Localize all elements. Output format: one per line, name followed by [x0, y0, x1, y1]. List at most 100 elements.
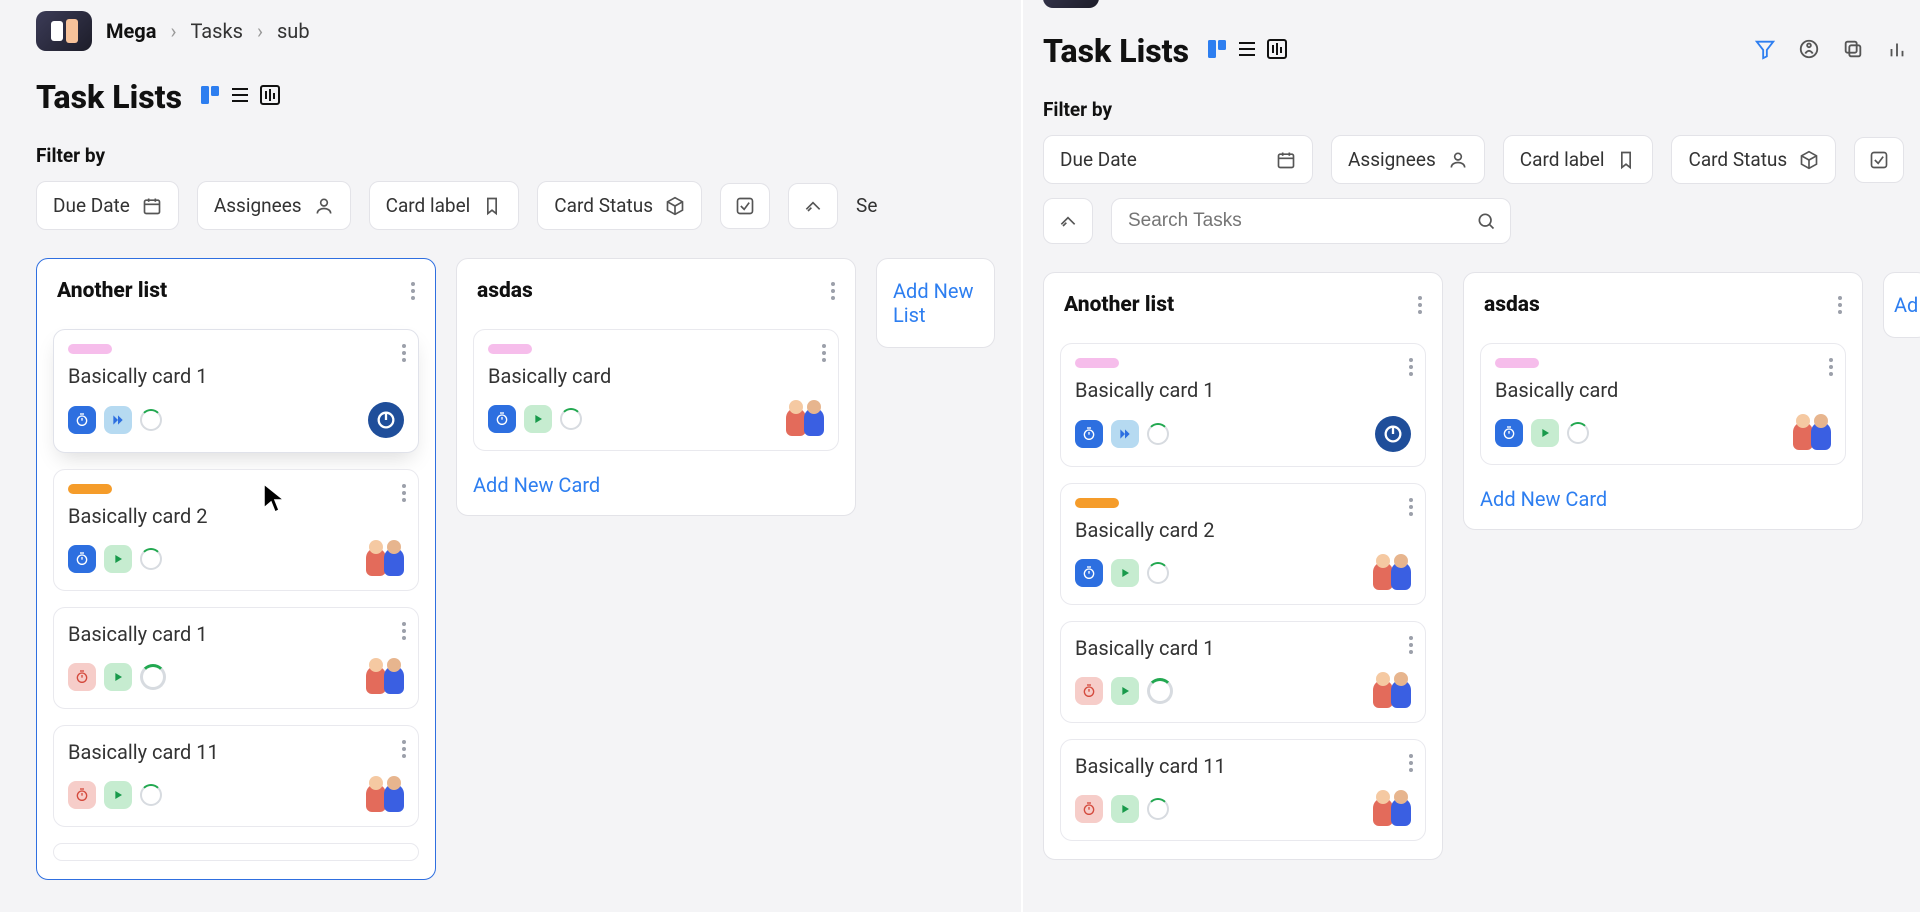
crumb-workspace[interactable]: Mega: [106, 19, 156, 43]
card[interactable]: Basically card 1: [1060, 621, 1426, 723]
list-menu-icon[interactable]: [831, 282, 835, 300]
play-icon[interactable]: [1111, 559, 1139, 587]
timer-icon[interactable]: [1495, 419, 1523, 447]
chevron-right-icon: ›: [170, 19, 176, 43]
filter-label: Filter by: [1043, 98, 1908, 121]
timer-icon[interactable]: [68, 545, 96, 573]
filter-card-status[interactable]: Card Status: [1671, 135, 1836, 184]
share-icon[interactable]: [1798, 38, 1820, 64]
card[interactable]: Basically card 1: [53, 607, 419, 709]
card[interactable]: Basically card 1: [53, 329, 419, 453]
timer-icon[interactable]: [68, 406, 96, 434]
list-asdas[interactable]: asdas Basically card: [1463, 272, 1863, 530]
card-title: Basically card 1: [68, 364, 404, 388]
timer-icon[interactable]: [488, 405, 516, 433]
crumb-sub[interactable]: sub: [277, 19, 310, 43]
filter-checkbox-button[interactable]: [720, 183, 770, 229]
progress-ring: [140, 784, 162, 806]
package-icon: [1799, 150, 1819, 170]
list-another[interactable]: Another list Basically card 1: [1043, 272, 1443, 860]
list-menu-icon[interactable]: [1418, 296, 1422, 314]
filter-clear-button[interactable]: [1043, 198, 1093, 244]
package-icon: [665, 196, 685, 216]
forward-icon[interactable]: [1111, 420, 1139, 448]
card-label: [1075, 498, 1119, 508]
card-menu-icon[interactable]: [402, 740, 406, 758]
card-menu-icon[interactable]: [1829, 358, 1833, 376]
power-badge: [368, 402, 404, 438]
filter-assignees[interactable]: Assignees: [197, 181, 351, 230]
filter-due-date[interactable]: Due Date: [1043, 135, 1313, 184]
card[interactable]: Basically card 2: [1060, 483, 1426, 605]
play-icon[interactable]: [104, 663, 132, 691]
add-list-button[interactable]: Ad: [1883, 272, 1920, 338]
timeline-view-icon[interactable]: [1265, 37, 1289, 65]
card[interactable]: Basically card 1: [1060, 343, 1426, 467]
card-title: Basically card 2: [68, 504, 404, 528]
search-field[interactable]: [1126, 209, 1464, 233]
progress-ring: [1147, 423, 1169, 445]
progress-ring: [140, 664, 166, 690]
card-menu-icon[interactable]: [822, 344, 826, 362]
timer-icon[interactable]: [1075, 677, 1103, 705]
search-input[interactable]: [1111, 198, 1511, 244]
filter-card-label[interactable]: Card label: [1503, 135, 1654, 184]
card-title: Basically card: [1495, 378, 1831, 402]
card[interactable]: Basically card 2: [53, 469, 419, 591]
play-icon[interactable]: [1111, 795, 1139, 823]
list-another[interactable]: Another list Basically card 1: [36, 258, 436, 880]
timer-icon[interactable]: [68, 663, 96, 691]
forward-icon[interactable]: [104, 406, 132, 434]
add-list-button[interactable]: Add New List: [876, 258, 995, 348]
add-card-button[interactable]: Add New Card: [473, 473, 839, 497]
card-menu-icon[interactable]: [402, 344, 406, 362]
timer-icon[interactable]: [1075, 795, 1103, 823]
list-view-icon[interactable]: [228, 83, 252, 111]
card-menu-icon[interactable]: [1409, 636, 1413, 654]
eraser-icon: [1058, 211, 1078, 231]
card[interactable]: Basically card: [473, 329, 839, 451]
filter-clear-button[interactable]: [788, 183, 838, 229]
list-menu-icon[interactable]: [1838, 296, 1842, 314]
filter-card-label[interactable]: Card label: [369, 181, 520, 230]
workspace-logo[interactable]: [36, 11, 92, 51]
list-view-icon[interactable]: [1235, 37, 1259, 65]
card-menu-icon[interactable]: [1409, 358, 1413, 376]
timer-icon[interactable]: [1075, 420, 1103, 448]
card[interactable]: Basically card 11: [1060, 739, 1426, 841]
play-icon[interactable]: [524, 405, 552, 433]
progress-ring: [140, 409, 162, 431]
avatar: [1373, 556, 1411, 590]
list-asdas[interactable]: asdas Basically card: [456, 258, 856, 516]
play-icon[interactable]: [104, 545, 132, 573]
card[interactable]: [53, 843, 419, 861]
timer-icon[interactable]: [68, 781, 96, 809]
timer-icon[interactable]: [1075, 559, 1103, 587]
card-menu-icon[interactable]: [1409, 498, 1413, 516]
card[interactable]: Basically card 11: [53, 725, 419, 827]
copy-icon[interactable]: [1842, 38, 1864, 64]
list-title: asdas: [477, 279, 533, 303]
crumb-section[interactable]: Tasks: [190, 19, 243, 43]
filter-assignees[interactable]: Assignees: [1331, 135, 1485, 184]
card-menu-icon[interactable]: [402, 484, 406, 502]
board-view-icon[interactable]: [198, 83, 222, 111]
filter-due-date[interactable]: Due Date: [36, 181, 179, 230]
filter-icon[interactable]: [1754, 38, 1776, 64]
play-icon[interactable]: [104, 781, 132, 809]
card[interactable]: Basically card: [1480, 343, 1846, 465]
play-icon[interactable]: [1531, 419, 1559, 447]
add-card-button[interactable]: Add New Card: [1480, 487, 1846, 511]
workspace-logo[interactable]: [1043, 0, 1099, 8]
calendar-icon: [142, 196, 162, 216]
card-menu-icon[interactable]: [1409, 754, 1413, 772]
list-menu-icon[interactable]: [411, 282, 415, 300]
filter-card-status[interactable]: Card Status: [537, 181, 702, 230]
filter-checkbox-button[interactable]: [1854, 137, 1904, 183]
chevron-right-icon: ›: [257, 19, 263, 43]
board-view-icon[interactable]: [1205, 37, 1229, 65]
play-icon[interactable]: [1111, 677, 1139, 705]
card-menu-icon[interactable]: [402, 622, 406, 640]
analytics-icon[interactable]: [1886, 38, 1908, 64]
timeline-view-icon[interactable]: [258, 83, 282, 111]
